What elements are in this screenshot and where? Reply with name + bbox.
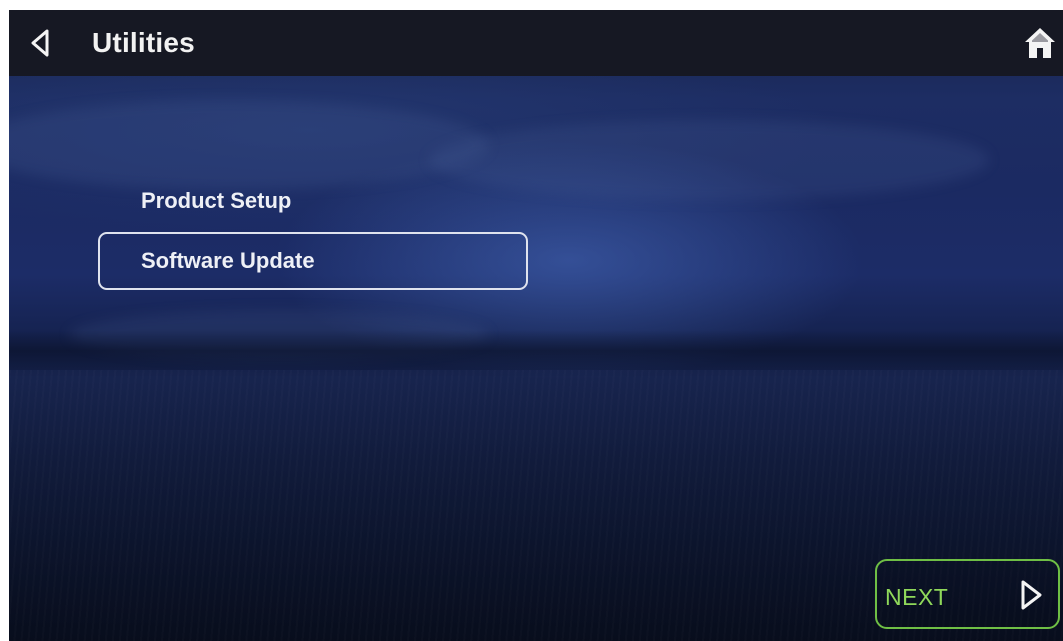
next-label: NEXT — [885, 584, 949, 610]
menu-item-product-setup[interactable]: Product Setup — [98, 172, 528, 230]
utilities-menu: Product Setup Software Update — [98, 172, 530, 292]
back-button[interactable] — [23, 24, 57, 62]
menu-item-label: Product Setup — [141, 188, 292, 213]
utilities-screen: Utilities Product Setup Software Update … — [9, 10, 1063, 641]
page-title: Utilities — [92, 27, 195, 58]
back-triangle-icon — [31, 29, 49, 57]
title-bar: Utilities — [9, 10, 1063, 76]
home-icon — [1025, 28, 1055, 58]
menu-item-label: Software Update — [141, 248, 315, 273]
home-button[interactable] — [1021, 24, 1059, 62]
next-button[interactable]: NEXT — [875, 559, 1060, 629]
next-triangle-icon — [1021, 580, 1042, 610]
menu-item-software-update[interactable]: Software Update — [98, 232, 528, 290]
